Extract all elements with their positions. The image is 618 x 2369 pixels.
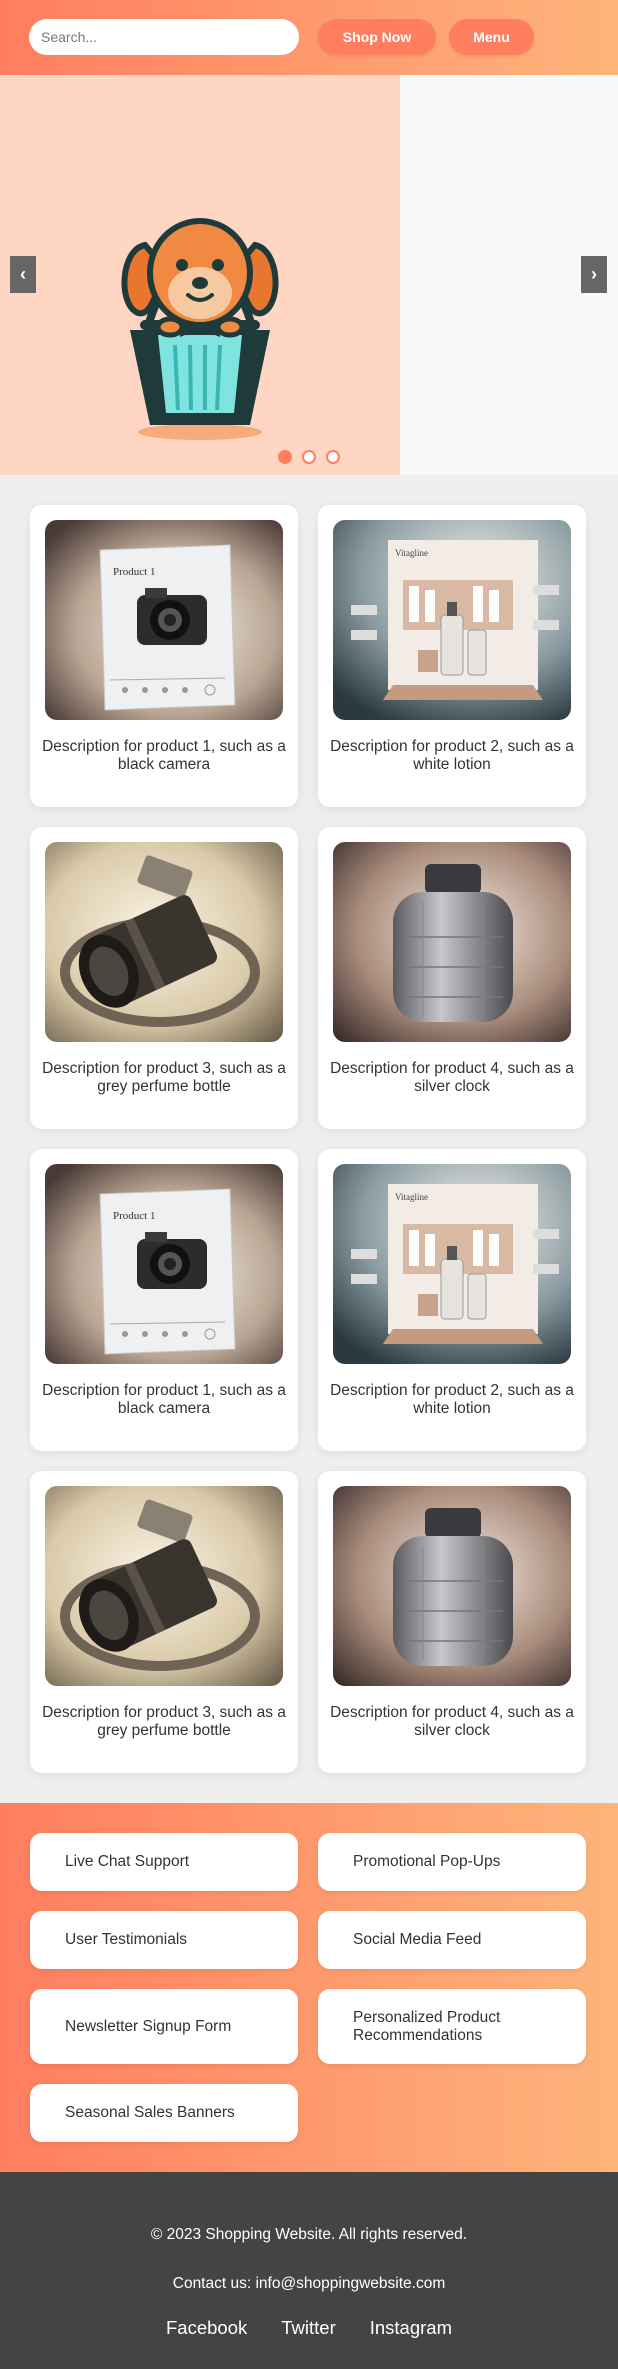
- product-card[interactable]: Product 1 Description for product 1, suc…: [30, 1149, 298, 1451]
- product-description: Description for product 1, such as a bla…: [42, 1382, 286, 1417]
- product-description: Description for product 3, such as a gre…: [42, 1704, 286, 1739]
- shop-now-button[interactable]: Shop Now: [318, 19, 436, 55]
- feature-social-feed[interactable]: Social Media Feed: [318, 1911, 586, 1969]
- product-image-label: Product 1: [113, 1210, 155, 1222]
- product-card[interactable]: Description for product 3, such as a gre…: [30, 827, 298, 1129]
- social-links: Facebook Twitter Instagram: [0, 2317, 618, 2339]
- carousel-dot-1[interactable]: [278, 450, 292, 464]
- hero-carousel: ‹ ›: [0, 75, 618, 475]
- carousel-next-button[interactable]: ›: [581, 256, 607, 293]
- camera-lens-image[interactable]: [45, 1486, 283, 1686]
- feature-promo-popups[interactable]: Promotional Pop-Ups: [318, 1833, 586, 1891]
- product-description: Description for product 3, such as a gre…: [42, 1060, 286, 1095]
- dog-mascot-shopping-basket-icon: [121, 218, 279, 440]
- product-description: Description for product 4, such as a sil…: [330, 1060, 574, 1095]
- instagram-link[interactable]: Instagram: [370, 2317, 452, 2339]
- menu-button[interactable]: Menu: [449, 19, 534, 55]
- product-description: Description for product 1, such as a bla…: [42, 738, 286, 773]
- product-card[interactable]: Description for product 4, such as a sil…: [318, 827, 586, 1129]
- silver-jar-image[interactable]: [333, 842, 571, 1042]
- product-card[interactable]: Product 1 Description for product 1, suc…: [30, 505, 298, 807]
- product-card[interactable]: Description for product 3, such as a gre…: [30, 1471, 298, 1773]
- product-image-label: Vitagline: [395, 1192, 428, 1202]
- lotion-display-image[interactable]: Vitagline: [333, 1164, 571, 1364]
- carousel-dot-3[interactable]: [326, 450, 340, 464]
- product-card[interactable]: Vitagline Description for product 2, suc…: [318, 1149, 586, 1451]
- product-card[interactable]: Vitagline Description for product 2, suc…: [318, 505, 586, 807]
- camera-box-image[interactable]: Product 1: [45, 520, 283, 720]
- carousel-slide[interactable]: [0, 75, 400, 475]
- site-footer: © 2023 Shopping Website. All rights rese…: [0, 2172, 618, 2369]
- product-description: Description for product 4, such as a sil…: [330, 1704, 574, 1739]
- camera-box-image[interactable]: Product 1: [45, 1164, 283, 1364]
- carousel-prev-button[interactable]: ‹: [10, 256, 36, 293]
- feature-seasonal-banners[interactable]: Seasonal Sales Banners: [30, 2084, 298, 2142]
- twitter-link[interactable]: Twitter: [281, 2317, 335, 2339]
- carousel-dot-2[interactable]: [302, 450, 316, 464]
- camera-lens-image[interactable]: [45, 842, 283, 1042]
- contact-text: Contact us: info@shoppingwebsite.com: [172, 2275, 446, 2292]
- feature-recommendations[interactable]: Personalized Product Recommendations: [318, 1989, 586, 2064]
- product-description: Description for product 2, such as a whi…: [330, 1382, 574, 1417]
- copyright-text: © 2023 Shopping Website. All rights rese…: [150, 2226, 468, 2243]
- facebook-link[interactable]: Facebook: [166, 2317, 247, 2339]
- search-input[interactable]: [29, 19, 299, 55]
- product-description: Description for product 2, such as a whi…: [330, 738, 574, 773]
- feature-live-chat[interactable]: Live Chat Support: [30, 1833, 298, 1891]
- feature-newsletter[interactable]: Newsletter Signup Form: [30, 1989, 298, 2064]
- features-section: Live Chat Support Promotional Pop-Ups Us…: [0, 1803, 618, 2172]
- product-grid: Product 1 Description for product 1, suc…: [0, 475, 618, 1803]
- site-header: Shop Now Menu: [0, 0, 618, 75]
- lotion-display-image[interactable]: Vitagline: [333, 520, 571, 720]
- feature-testimonials[interactable]: User Testimonials: [30, 1911, 298, 1969]
- product-image-label: Product 1: [113, 566, 155, 578]
- silver-jar-image[interactable]: [333, 1486, 571, 1686]
- product-card[interactable]: Description for product 4, such as a sil…: [318, 1471, 586, 1773]
- product-image-label: Vitagline: [395, 548, 428, 558]
